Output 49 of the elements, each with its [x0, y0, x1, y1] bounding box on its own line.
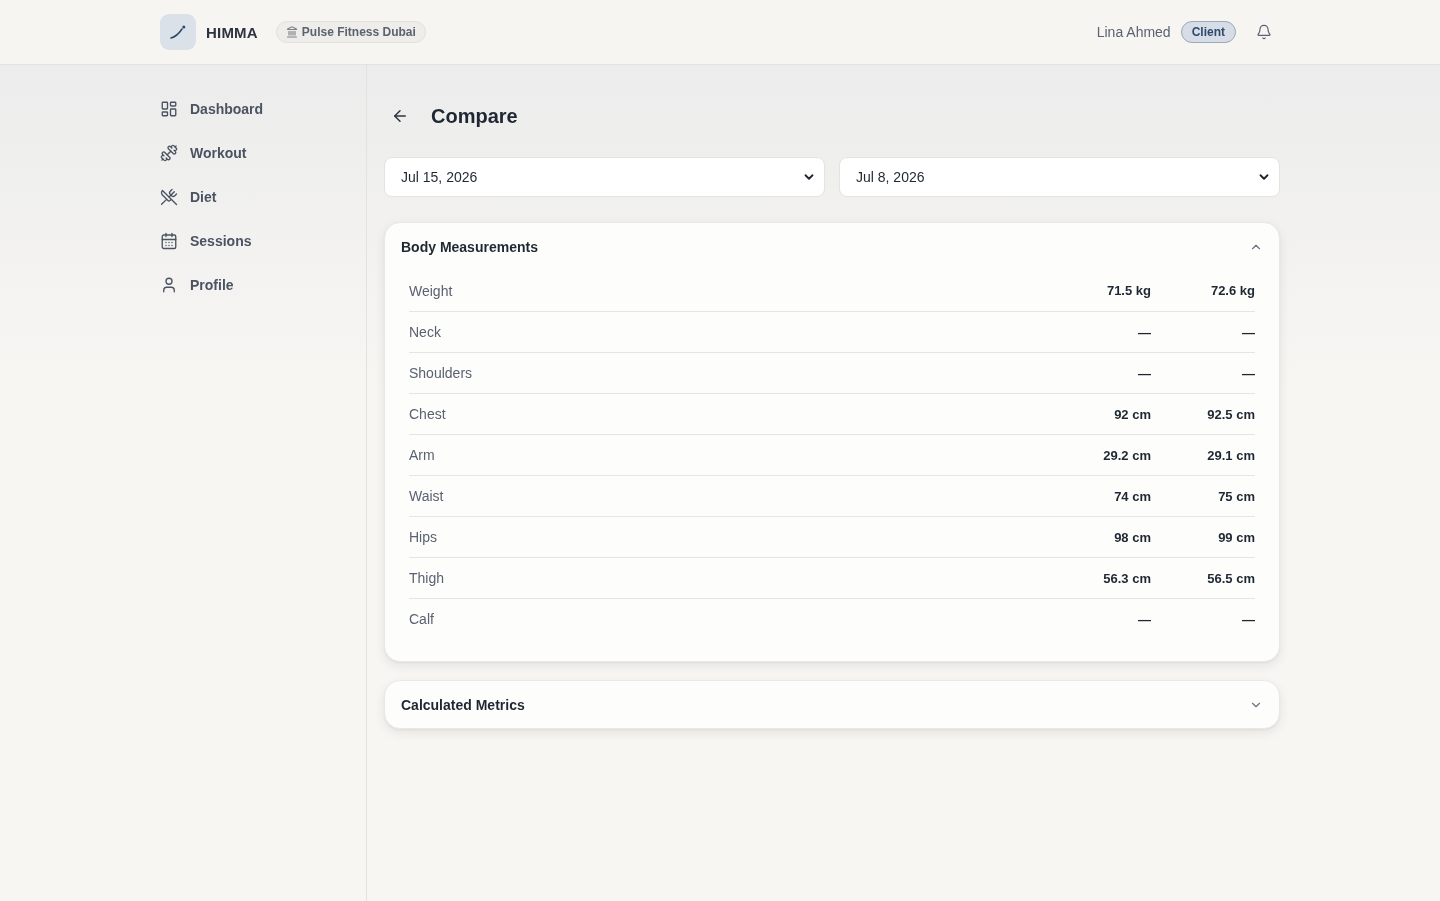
section-header[interactable]: Calculated Metrics: [385, 681, 1279, 728]
measurement-label: Shoulders: [409, 365, 474, 381]
measurement-value: 92.5 cm: [1207, 406, 1255, 422]
app-name: HIMMA: [206, 23, 258, 41]
measurement-value: 72.6 kg: [1210, 283, 1255, 298]
sidebar-item[interactable]: Profile: [154, 263, 350, 307]
measurement-value: 71.5 kg: [1106, 283, 1151, 298]
role-tag: Client: [1180, 21, 1236, 43]
measurement-value: 74 cm: [1114, 488, 1151, 504]
user-name: Lina Ahmed: [1096, 24, 1171, 40]
measurement-value: 29.1 cm: [1207, 447, 1255, 463]
date-select[interactable]: Jul 8, 2026: [839, 157, 1280, 197]
section-header[interactable]: Body Measurements: [385, 223, 1279, 270]
page-title: Compare: [431, 104, 518, 128]
measurement-value: 56.5 cm: [1207, 570, 1255, 586]
measurement-value: —: [1242, 611, 1255, 627]
measurement-value: 98 cm: [1114, 529, 1151, 545]
logo-icon: [160, 14, 196, 50]
measurement-value: 92 cm: [1114, 406, 1151, 422]
dumbbell-icon: [160, 144, 178, 162]
measurement-value: 56.3 cm: [1103, 570, 1151, 586]
calendar-icon: [160, 232, 178, 250]
measurement-value: —: [1138, 324, 1151, 340]
measurement-value: 75 cm: [1218, 488, 1255, 504]
measurement-label: Chest: [409, 406, 447, 422]
measurement-value: —: [1138, 611, 1151, 627]
measurement-label: Arm: [409, 447, 436, 463]
bell-icon: [1256, 24, 1272, 40]
utensils-icon: [160, 188, 178, 206]
dashboard-icon: [160, 100, 178, 118]
measurement-value: —: [1138, 365, 1151, 381]
sidebar-item[interactable]: Sessions: [154, 219, 350, 263]
gym-name: Pulse Fitness Dubai: [301, 25, 416, 39]
measurement-value: 29.2 cm: [1103, 447, 1151, 463]
sidebar-item[interactable]: Diet: [154, 175, 350, 219]
measurement-label: Weight: [409, 282, 454, 299]
building-icon: [285, 26, 298, 38]
measurement-label: Thigh: [409, 570, 446, 586]
date-select[interactable]: Jul 15, 2026: [384, 157, 825, 197]
measurement-value: —: [1242, 324, 1255, 340]
measurement-label: Waist: [409, 488, 445, 504]
person-icon: [160, 276, 178, 294]
measurement-label: Neck: [409, 324, 442, 340]
measurement-value: 99 cm: [1218, 529, 1255, 545]
sidebar-item[interactable]: Workout: [154, 131, 350, 175]
measurement-label: Calf: [409, 611, 435, 627]
measurement-value: —: [1242, 365, 1255, 381]
sidebar-item[interactable]: Dashboard: [154, 87, 350, 131]
measurement-label: Hips: [409, 529, 438, 545]
